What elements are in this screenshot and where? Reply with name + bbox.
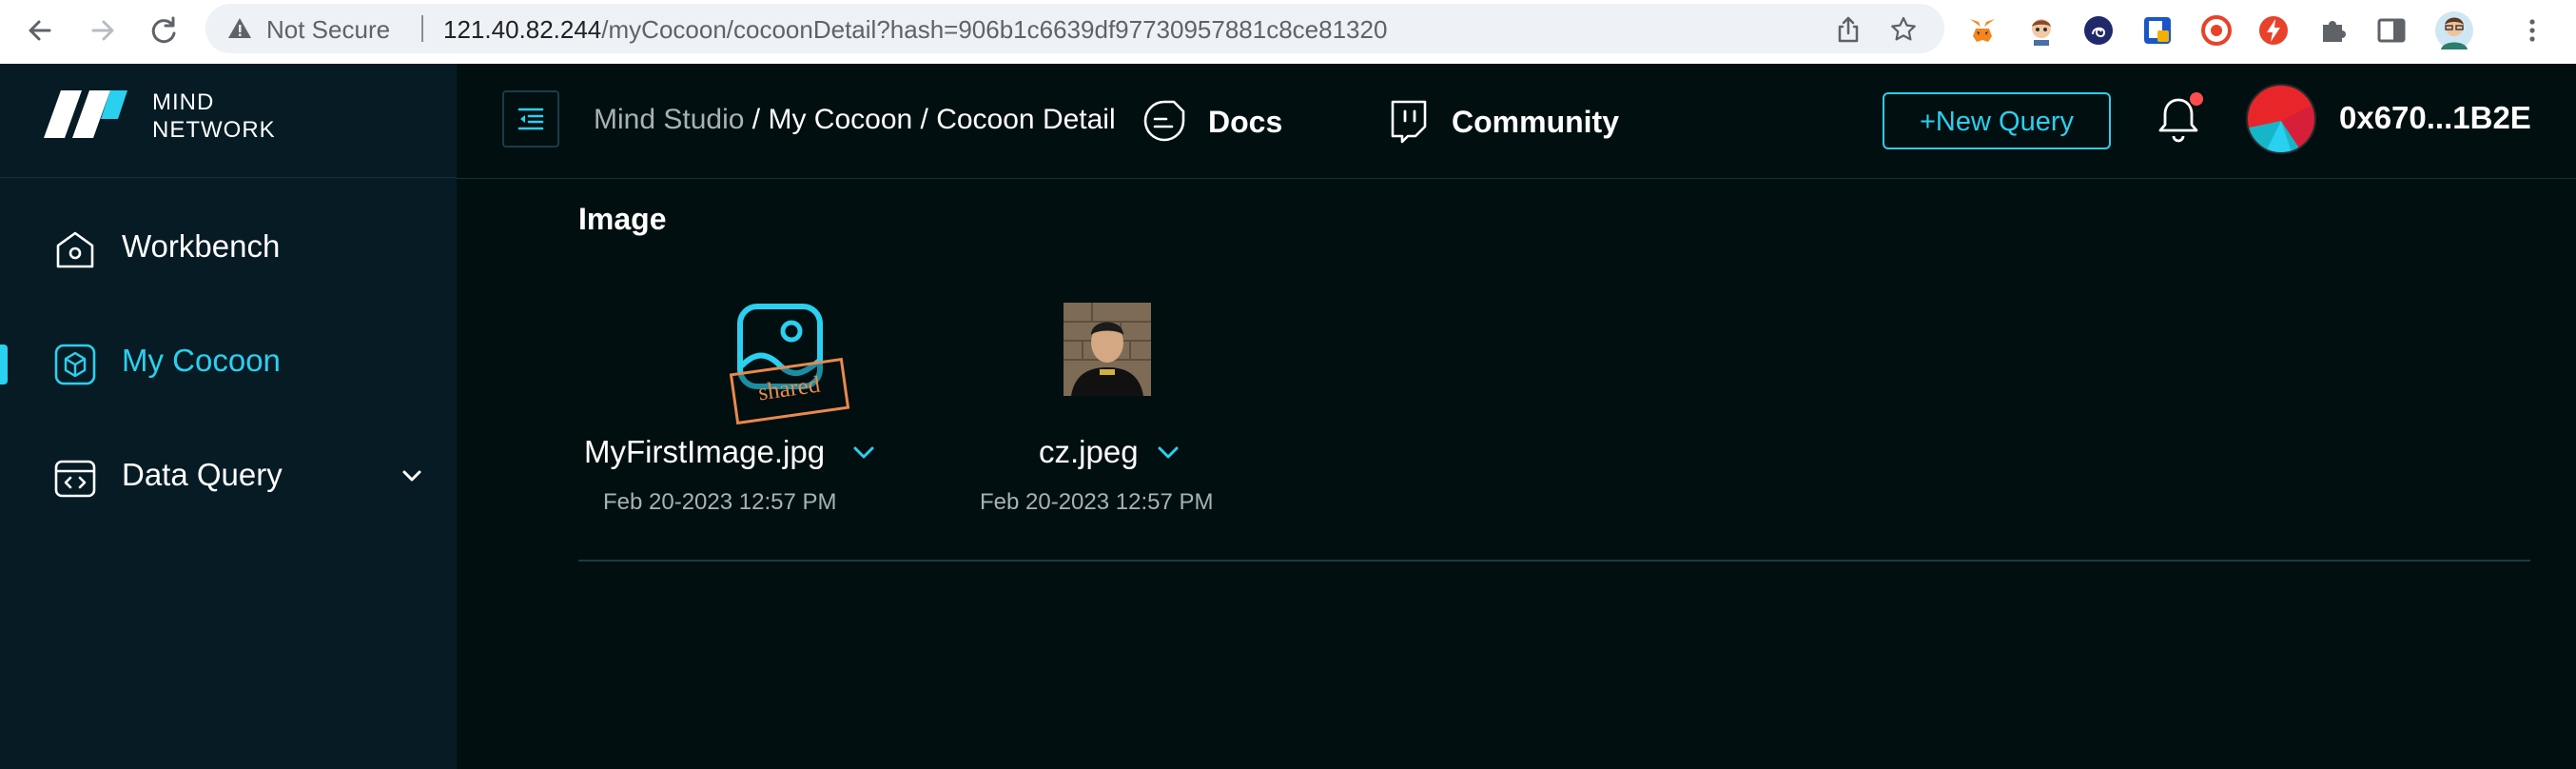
address-bar[interactable]: Not Secure 121.40.82.244/myCocoon/cocoon… (205, 4, 1944, 53)
active-indicator (0, 345, 8, 384)
docs-link[interactable]: Docs (1142, 92, 1294, 149)
new-query-button[interactable]: +New Query (1883, 92, 2111, 149)
file-name[interactable]: cz.jpeg (1039, 434, 1139, 470)
photo-thumbnail (1064, 303, 1151, 396)
sidebar-item-label: Data Query (122, 457, 283, 492)
collapse-sidebar-button[interactable] (502, 90, 559, 148)
sidebar-item-label: My Cocoon (122, 343, 281, 378)
breadcrumb: Mind Studio / My Cocoon / Cocoon Detail (594, 104, 1116, 135)
section-divider (578, 560, 2530, 562)
home-icon (56, 231, 94, 268)
side-panel-icon[interactable] (2376, 15, 2407, 46)
collapse-menu-icon (517, 108, 544, 130)
avatar-extension-icon[interactable] (2026, 15, 2057, 46)
profile-avatar[interactable] (2435, 11, 2473, 49)
sidebar (0, 64, 457, 769)
security-label: Not Secure (266, 15, 391, 44)
brand-name: MIND NETWORK (152, 89, 276, 143)
forward-icon[interactable] (86, 13, 120, 48)
extensions-bar (1961, 4, 2570, 53)
url-text[interactable]: 121.40.82.244/myCocoon/cocoonDetail?hash… (443, 15, 1387, 45)
notification-dot (2190, 92, 2203, 106)
breadcrumb-root[interactable]: Mind Studio (594, 104, 744, 135)
browser-toolbar: Not Secure 121.40.82.244/myCocoon/cocoon… (0, 0, 2576, 65)
cube-icon (54, 344, 96, 385)
reload-icon[interactable] (146, 13, 181, 48)
sidebar-divider (0, 177, 457, 178)
wallet-address[interactable]: 0x670...1B2E (2339, 100, 2531, 136)
file-card[interactable]: cz.jpeg Feb 20-2023 12:57 PM (980, 303, 1284, 522)
cocoon-detail-content: Image shared MyFirstImage.jpg Feb 20-202… (457, 179, 2576, 769)
wallet-avatar[interactable] (2245, 83, 2317, 155)
file-name[interactable]: MyFirstImage.jpg (584, 434, 825, 470)
community-link[interactable]: Community (1385, 92, 1670, 149)
docs-icon (1143, 100, 1185, 142)
app-header: Mind Studio / My Cocoon / Cocoon Detail … (457, 64, 2576, 179)
puzzle-extensions-icon[interactable] (2317, 15, 2348, 46)
file-date: Feb 20-2023 12:57 PM (980, 489, 1214, 515)
breadcrumb-current: Cocoon Detail (936, 104, 1116, 135)
warning-icon (228, 18, 251, 38)
twitch-icon (1391, 100, 1427, 144)
sidebar-item-my-cocoon[interactable]: My Cocoon (0, 324, 457, 400)
breadcrumb-my-cocoon[interactable]: My Cocoon (768, 104, 912, 135)
spiral-extension-icon[interactable] (2083, 15, 2114, 46)
mind-network-logo (44, 90, 127, 138)
sidebar-item-workbench[interactable]: Workbench (0, 209, 457, 286)
share-icon[interactable] (1834, 15, 1863, 44)
sidebar-item-data-query[interactable]: Data Query (0, 438, 457, 514)
bookmark-star-icon[interactable] (1889, 15, 1918, 44)
red-circle-extension-icon[interactable] (2201, 15, 2232, 46)
lightning-extension-icon[interactable] (2258, 15, 2289, 46)
code-icon (54, 460, 96, 498)
back-icon[interactable] (23, 13, 57, 48)
browser-menu-icon[interactable] (2517, 15, 2547, 46)
chevron-down-icon[interactable] (1157, 445, 1180, 461)
chevron-down-icon[interactable] (852, 445, 875, 461)
chevron-down-icon[interactable] (400, 466, 424, 485)
notifications-button[interactable] (2156, 92, 2205, 146)
metamask-icon[interactable] (1967, 15, 1998, 46)
sidebar-item-label: Workbench (122, 228, 281, 264)
file-card[interactable]: shared MyFirstImage.jpg Feb 20-2023 12:5… (580, 303, 885, 522)
address-divider (421, 15, 423, 42)
section-title: Image (578, 202, 667, 236)
lock-extension-icon[interactable] (2142, 15, 2173, 46)
file-date: Feb 20-2023 12:57 PM (603, 489, 837, 515)
